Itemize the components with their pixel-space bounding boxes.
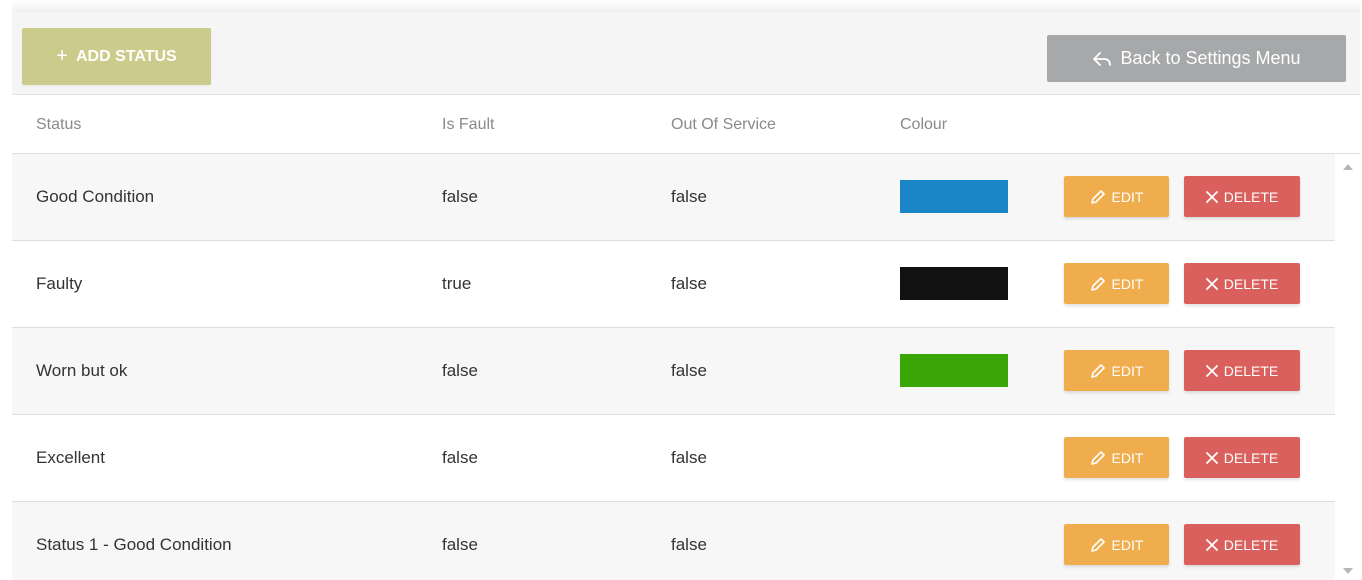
out-of-service-cell: false xyxy=(671,274,707,293)
edit-button[interactable]: EDIT xyxy=(1064,437,1169,478)
close-icon xyxy=(1205,190,1218,203)
delete-label: DELETE xyxy=(1223,536,1279,553)
table-row: Status 1 - Good Condition false false ED… xyxy=(12,502,1335,580)
is-fault-cell: true xyxy=(442,274,472,293)
scroll-up-arrow-icon[interactable] xyxy=(1343,164,1353,170)
column-header-colour: Colour xyxy=(900,116,948,133)
is-fault-cell: false xyxy=(442,361,478,380)
edit-label: EDIT xyxy=(1111,536,1144,553)
close-icon xyxy=(1205,277,1218,290)
out-of-service-cell: false xyxy=(671,448,707,467)
status-settings-page: + ADD STATUS Back to Settings Menu Statu… xyxy=(0,0,1362,580)
vertical-scrollbar[interactable] xyxy=(1336,154,1360,580)
pencil-icon xyxy=(1090,537,1106,553)
edit-button[interactable]: EDIT xyxy=(1064,263,1169,304)
table-row: Excellent false false EDIT DELETE xyxy=(12,415,1335,502)
colour-swatch xyxy=(900,267,1008,300)
table-header: Status Is Fault Out Of Service Colour xyxy=(12,95,1360,154)
out-of-service-cell: false xyxy=(671,361,707,380)
pencil-icon xyxy=(1090,276,1106,292)
plus-icon: + xyxy=(56,44,68,67)
edit-label: EDIT xyxy=(1111,449,1144,466)
edit-button[interactable]: EDIT xyxy=(1064,176,1169,217)
status-name-cell: Excellent xyxy=(36,448,105,467)
add-status-label: ADD STATUS xyxy=(75,47,177,65)
status-name-cell: Status 1 - Good Condition xyxy=(36,535,232,554)
close-icon xyxy=(1205,538,1218,551)
delete-label: DELETE xyxy=(1223,188,1279,205)
reply-arrow-icon xyxy=(1092,51,1112,67)
delete-button[interactable]: DELETE xyxy=(1184,437,1300,478)
delete-button[interactable]: DELETE xyxy=(1184,176,1300,217)
table-row: Faulty true false EDIT DELETE xyxy=(12,241,1335,328)
scroll-down-arrow-icon[interactable] xyxy=(1343,568,1353,574)
column-header-status: Status xyxy=(36,116,82,133)
colour-swatch xyxy=(900,354,1008,387)
status-name-cell: Faulty xyxy=(36,274,83,293)
delete-button[interactable]: DELETE xyxy=(1184,350,1300,391)
add-status-button[interactable]: + ADD STATUS xyxy=(22,28,211,85)
pencil-icon xyxy=(1090,363,1106,379)
is-fault-cell: false xyxy=(442,535,478,554)
edit-button[interactable]: EDIT xyxy=(1064,350,1169,391)
delete-label: DELETE xyxy=(1223,275,1279,292)
edit-label: EDIT xyxy=(1111,362,1144,379)
edit-label: EDIT xyxy=(1111,275,1144,292)
pencil-icon xyxy=(1090,189,1106,205)
close-icon xyxy=(1205,364,1218,377)
colour-swatch xyxy=(900,180,1008,213)
pencil-icon xyxy=(1090,450,1106,466)
edit-label: EDIT xyxy=(1111,188,1144,205)
out-of-service-cell: false xyxy=(671,187,707,206)
is-fault-cell: false xyxy=(442,187,478,206)
delete-button[interactable]: DELETE xyxy=(1184,263,1300,304)
table-row: Worn but ok false false EDIT DELETE xyxy=(12,328,1335,415)
delete-label: DELETE xyxy=(1223,362,1279,379)
toolbar: + ADD STATUS Back to Settings Menu xyxy=(12,12,1360,95)
delete-button[interactable]: DELETE xyxy=(1184,524,1300,565)
delete-label: DELETE xyxy=(1223,449,1279,466)
top-shadow xyxy=(12,0,1360,12)
back-to-settings-button[interactable]: Back to Settings Menu xyxy=(1047,35,1346,82)
column-header-is-fault: Is Fault xyxy=(442,116,495,133)
back-to-settings-label: Back to Settings Menu xyxy=(1120,48,1301,68)
out-of-service-cell: false xyxy=(671,535,707,554)
column-header-out-of-service: Out Of Service xyxy=(671,116,776,133)
close-icon xyxy=(1205,451,1218,464)
edit-button[interactable]: EDIT xyxy=(1064,524,1169,565)
table-body: Good Condition false false EDIT DELETE F… xyxy=(12,154,1335,580)
status-name-cell: Good Condition xyxy=(36,187,155,206)
is-fault-cell: false xyxy=(442,448,478,467)
table-row: Good Condition false false EDIT DELETE xyxy=(12,154,1335,241)
status-name-cell: Worn but ok xyxy=(36,361,128,380)
